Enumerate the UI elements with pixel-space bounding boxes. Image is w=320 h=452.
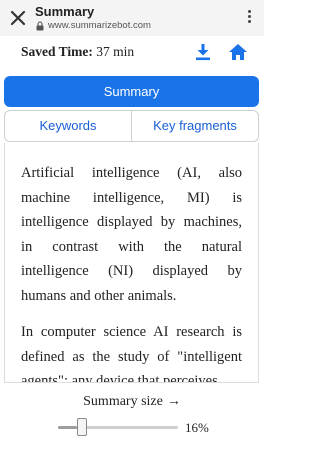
slider-fill [58, 426, 77, 429]
paragraph: In computer science AI research is defin… [21, 324, 242, 383]
saved-time: Saved Time: 37 min [21, 44, 134, 60]
summary-size-text: Summary size [83, 394, 163, 409]
paragraph: Artificial intelligence (AI, also machin… [21, 165, 242, 304]
summary-text-panel[interactable]: Artificial intelligence (AI, also machin… [4, 143, 259, 383]
download-icon[interactable] [193, 42, 213, 62]
summary-size-percent: 16% [185, 420, 209, 435]
tabs-row: Keywords Key fragments [4, 110, 259, 142]
browser-toolbar: Summary www.summarizebot.com [0, 0, 264, 36]
saved-time-label: Saved Time: [21, 44, 93, 59]
home-icon[interactable] [227, 41, 249, 63]
summary-button[interactable]: Summary [4, 76, 259, 107]
tab-keywords[interactable]: Keywords [4, 110, 132, 142]
browser-url[interactable]: www.summarizebot.com [35, 20, 151, 31]
summary-size-label: Summary size → [0, 394, 264, 410]
close-icon[interactable] [8, 8, 28, 28]
url-text: www.summarizebot.com [48, 20, 151, 31]
summary-size-controls: Summary size → 16% [0, 383, 264, 452]
summary-size-slider[interactable] [58, 416, 178, 438]
more-vert-icon[interactable] [246, 10, 252, 26]
browser-title: Summary [35, 4, 95, 19]
summary-article: Artificial intelligence (AI, also machin… [5, 143, 258, 383]
tab-key-fragments[interactable]: Key fragments [132, 110, 259, 142]
arrow-right-icon: → [166, 394, 181, 409]
info-row: Saved Time: 37 min [0, 36, 264, 70]
lock-icon [35, 20, 45, 31]
slider-thumb[interactable] [77, 418, 87, 436]
saved-time-value: 37 min [96, 44, 135, 59]
